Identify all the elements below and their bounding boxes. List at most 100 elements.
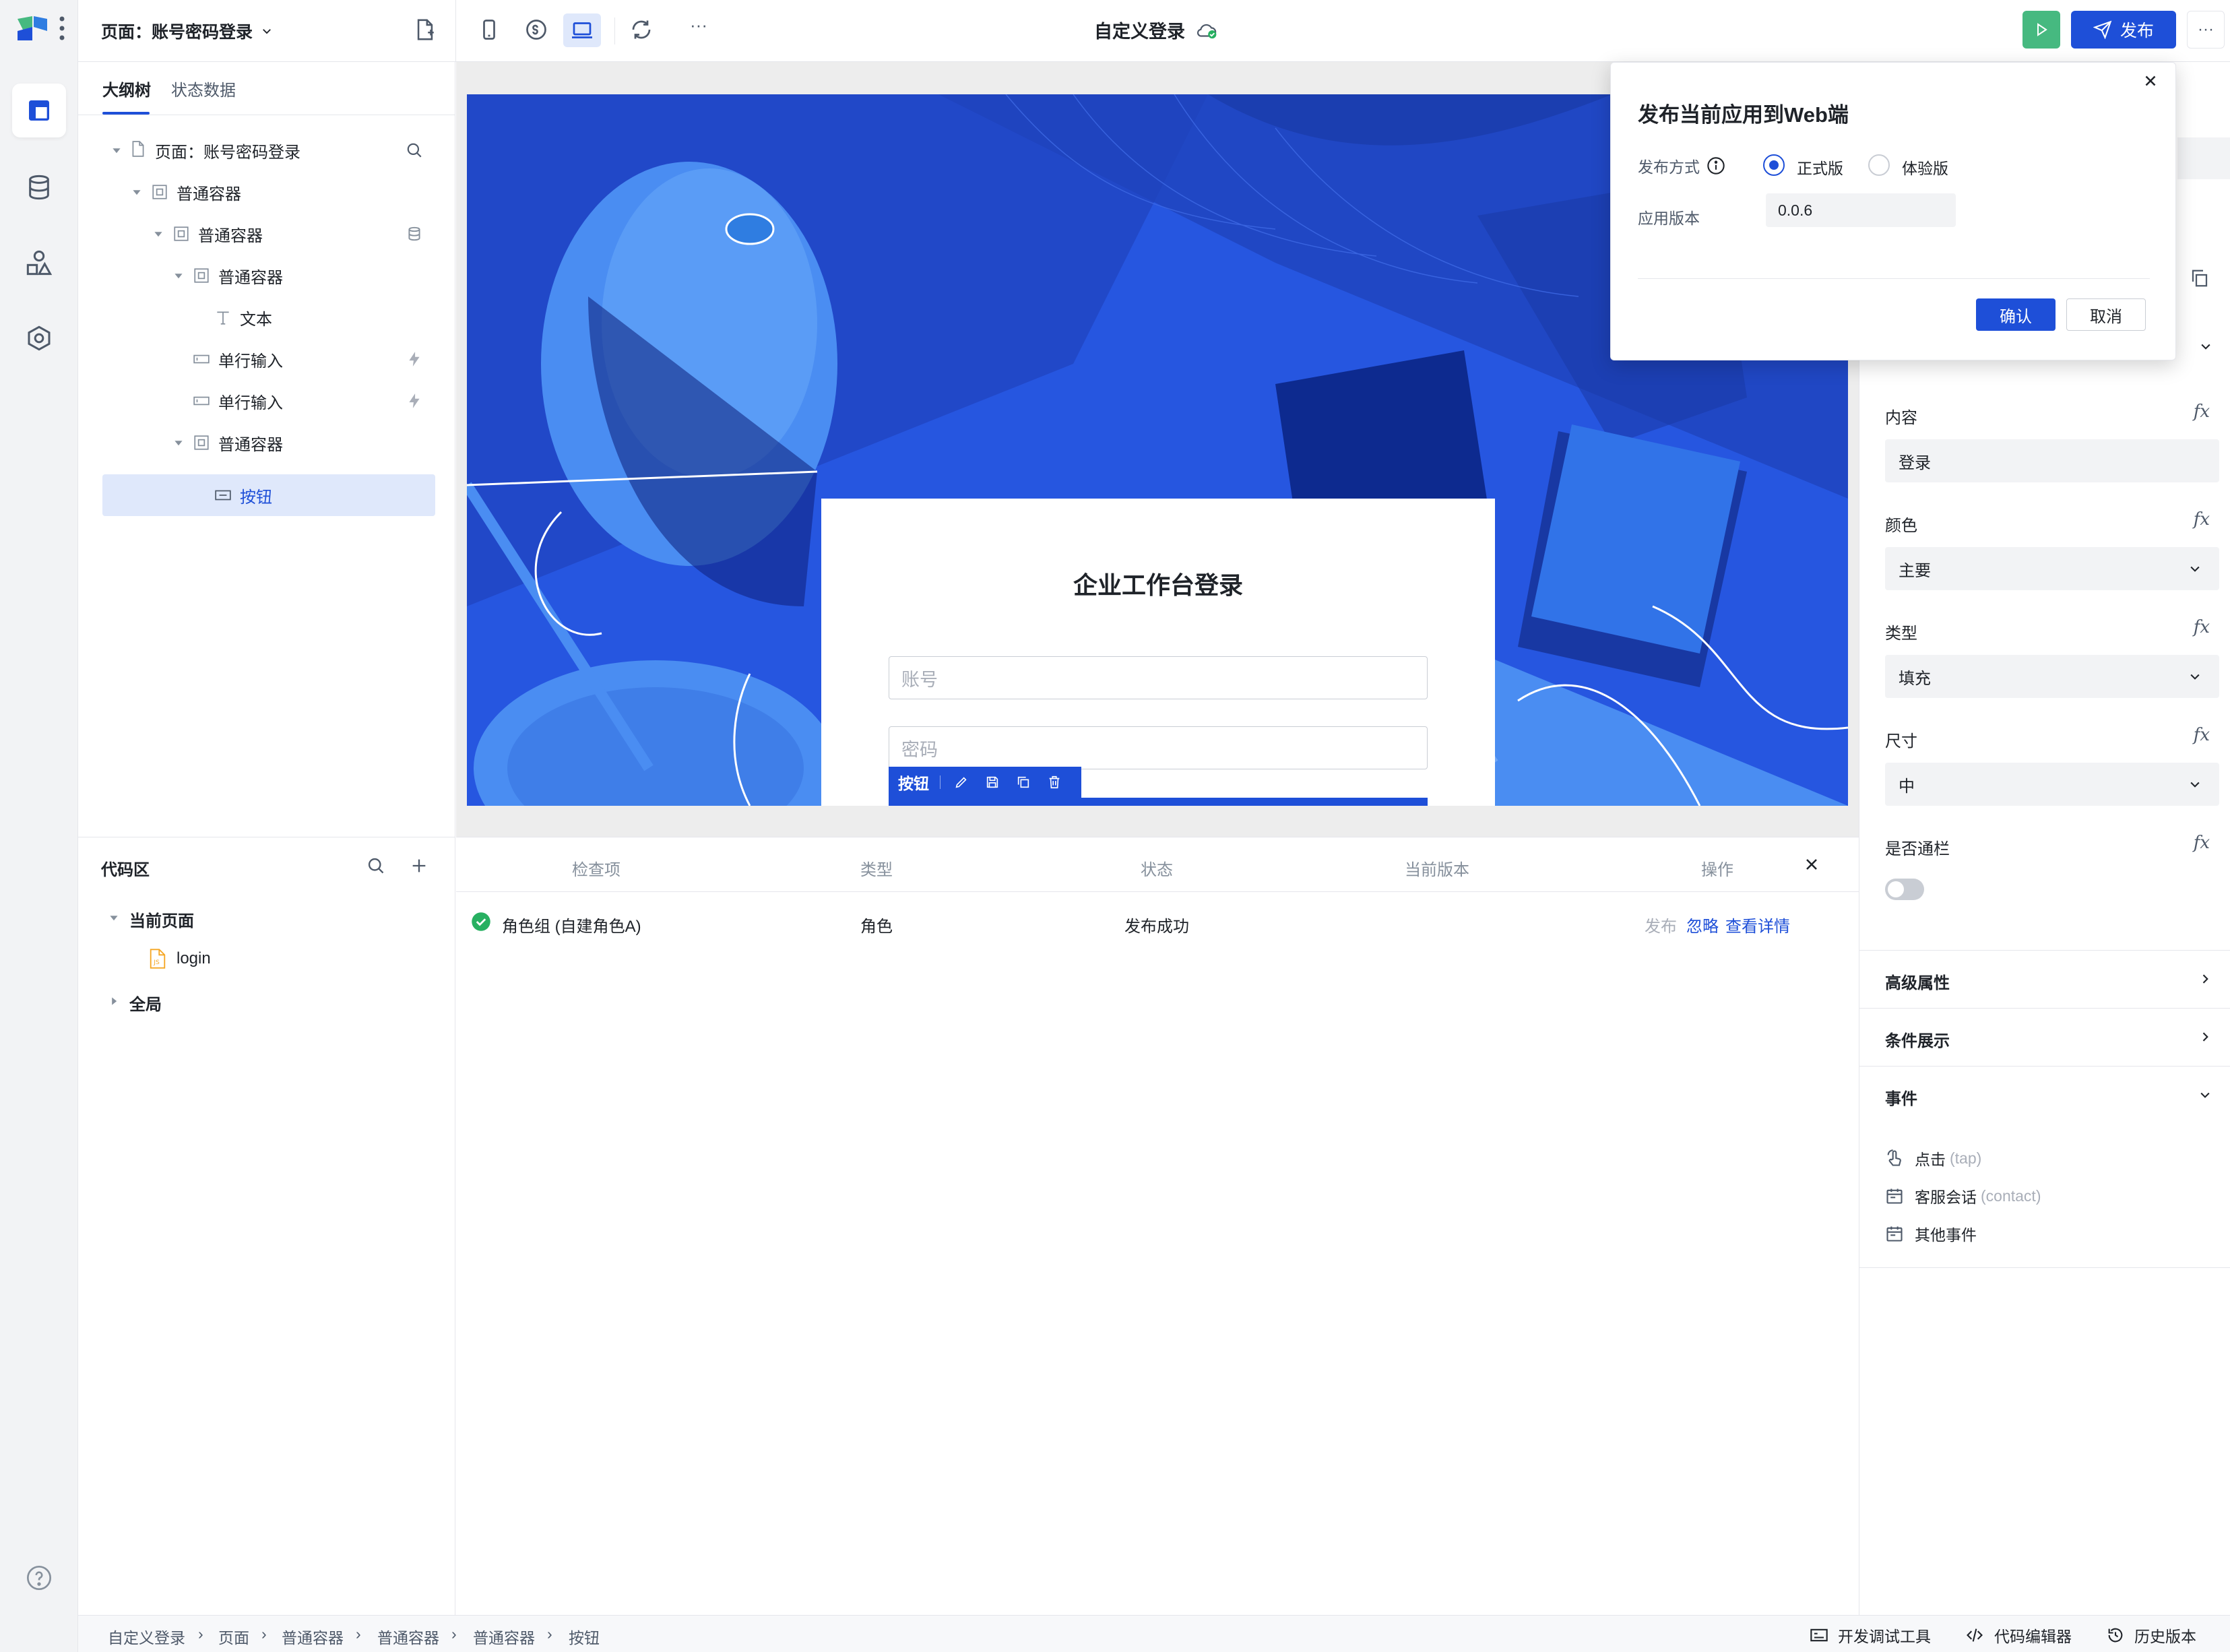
publish-button[interactable]: 发布 (2071, 11, 2176, 49)
prop-full-width-toggle[interactable] (1885, 879, 1924, 900)
section-events[interactable]: 事件 点击 (tap) 客服会话 (contact) 其他事件 (1859, 1066, 2230, 1268)
calendar-icon (1885, 1224, 1904, 1243)
history-button[interactable]: 历史版本 (2106, 1624, 2196, 1647)
svg-text:JS: JS (153, 959, 160, 966)
code-area-title: 代码区 (101, 861, 150, 879)
close-icon[interactable] (2142, 72, 2159, 90)
page-selector[interactable]: 页面：账号密码登录 (101, 19, 273, 43)
code-group-global[interactable]: 全局 (101, 980, 431, 1021)
edit-icon[interactable] (954, 775, 969, 790)
copy-icon[interactable] (2190, 268, 2210, 288)
tree-node-container[interactable]: 普通容器 (102, 255, 435, 296)
row-action-details[interactable]: 查看详情 (1725, 913, 1790, 936)
tree-node-input[interactable]: 单行输入 (102, 338, 435, 380)
tree-node-label: 普通容器 (177, 185, 241, 203)
history-icon (2106, 1626, 2125, 1645)
password-input[interactable]: 密码 (889, 726, 1428, 769)
account-input[interactable]: 账号 (889, 656, 1428, 699)
rail-settings-button[interactable] (12, 311, 66, 365)
publish-method-text: 发布方式 (1638, 158, 1700, 176)
radio-release[interactable] (1763, 154, 1785, 176)
toolbar-more-icon[interactable]: ··· (690, 15, 707, 36)
caret-down-icon (109, 913, 119, 922)
confirm-button[interactable]: 确认 (1976, 298, 2056, 331)
caret-down-icon (132, 187, 141, 197)
prop-size-fx[interactable]: fx (2194, 725, 2210, 745)
code-editor-label: 代码编辑器 (1994, 1628, 2072, 1645)
tree-node-container[interactable]: 普通容器 (102, 171, 435, 213)
search-icon[interactable] (367, 856, 385, 875)
dev-tools-button[interactable]: 开发调试工具 (1810, 1624, 1931, 1647)
radio-trial[interactable] (1868, 154, 1890, 176)
tree-node-text[interactable]: 文本 (102, 296, 435, 338)
breadcrumb-item[interactable]: 自定义登录 (108, 1625, 185, 1648)
app-menu-icon[interactable] (58, 15, 66, 42)
chevron-down-icon[interactable] (2199, 340, 2212, 353)
code-editor-button[interactable]: 代码编辑器 (1965, 1624, 2072, 1647)
logo-icon (15, 13, 50, 43)
rail-components-button[interactable] (12, 236, 66, 290)
tree-node-container[interactable]: 普通容器 (102, 213, 435, 255)
add-icon[interactable] (410, 856, 428, 875)
publish-check-panel: 检查项 类型 状态 当前版本 操作 角色组 (自建角色A) 角色 发布成功 发布… (456, 837, 1859, 1615)
more-menu-button[interactable]: ··· (2187, 11, 2225, 49)
prop-type-select[interactable]: 填充 (1885, 655, 2219, 698)
tab-outline-tree[interactable]: 大纲树 (102, 77, 151, 100)
tab-state-data[interactable]: 状态数据 (171, 77, 236, 100)
code-group-current-page[interactable]: 当前页面 (101, 897, 431, 937)
breadcrumb-item[interactable]: 普通容器 (377, 1625, 439, 1648)
rail-data-button[interactable] (12, 160, 66, 214)
info-icon[interactable] (1707, 156, 1725, 175)
desktop-view-button[interactable] (563, 13, 601, 47)
tree-node-input[interactable]: 单行输入 (102, 380, 435, 422)
event-hint: (contact) (1981, 1186, 2041, 1205)
help-icon[interactable] (26, 1564, 53, 1591)
app-version-field[interactable]: 0.0.6 (1766, 193, 1956, 227)
breadcrumb-item[interactable]: 普通容器 (473, 1625, 535, 1648)
copy-icon[interactable] (1016, 775, 1031, 790)
breadcrumb-separator: › (198, 1625, 203, 1643)
column-header-version: 当前版本 (1405, 861, 1469, 879)
section-events-title: 事件 (1885, 1090, 1917, 1108)
code-file-login[interactable]: JS login (101, 939, 431, 979)
prop-full-width-fx[interactable]: fx (2194, 833, 2210, 853)
section-advanced[interactable]: 高级属性 (1859, 950, 2230, 1008)
prop-size-select[interactable]: 中 (1885, 763, 2219, 806)
add-page-icon[interactable] (414, 18, 437, 42)
prop-color-fx[interactable]: fx (2194, 509, 2210, 530)
breadcrumb-item[interactable]: 按钮 (569, 1625, 600, 1648)
breadcrumb-item[interactable]: 普通容器 (282, 1625, 344, 1648)
miniprogram-view-icon[interactable] (524, 18, 548, 42)
breadcrumb-item[interactable]: 页面 (218, 1625, 249, 1648)
login-button[interactable] (889, 798, 1428, 806)
row-action-publish[interactable]: 发布 (1645, 913, 1677, 936)
event-hint: (tap) (1950, 1149, 1982, 1167)
save-icon[interactable] (985, 775, 1000, 790)
rail-outline-button[interactable] (12, 84, 66, 137)
tree-node-page[interactable]: 页面：账号密码登录 (102, 129, 435, 171)
search-icon[interactable] (406, 141, 423, 159)
section-conditional[interactable]: 条件展示 (1859, 1008, 2230, 1066)
prop-content-fx[interactable]: fx (2194, 402, 2210, 422)
breadcrumb-separator: › (451, 1625, 457, 1643)
row-action-ignore[interactable]: 忽略 (1686, 913, 1719, 936)
prop-content-input[interactable]: 登录 (1885, 439, 2219, 482)
run-button[interactable] (2022, 11, 2060, 49)
delete-icon[interactable] (1047, 775, 1062, 790)
prop-color-select[interactable]: 主要 (1885, 547, 2219, 590)
prop-type-fx[interactable]: fx (2194, 617, 2210, 637)
event-other[interactable]: 其他事件 (1885, 1220, 1981, 1247)
refresh-icon[interactable] (629, 18, 654, 42)
close-icon[interactable] (1802, 855, 1821, 874)
success-check-icon (471, 912, 491, 932)
mobile-view-icon[interactable] (477, 18, 501, 42)
app-title: 自定义登录 (1094, 17, 1219, 43)
event-tap[interactable]: 点击 (tap) (1885, 1145, 1981, 1172)
tree-node-container[interactable]: 普通容器 (102, 422, 435, 464)
cancel-button[interactable]: 取消 (2066, 298, 2146, 331)
prop-full-width-label: 是否通栏 (1885, 840, 1950, 858)
publish-dialog: 发布当前应用到Web端 发布方式 正式版 体验版 应用版本 0.0.6 确认 取… (1610, 62, 2176, 360)
event-contact[interactable]: 客服会话 (contact) (1885, 1182, 2041, 1209)
caret-down-icon (174, 438, 183, 447)
tree-node-button[interactable]: 按钮 (102, 474, 435, 516)
